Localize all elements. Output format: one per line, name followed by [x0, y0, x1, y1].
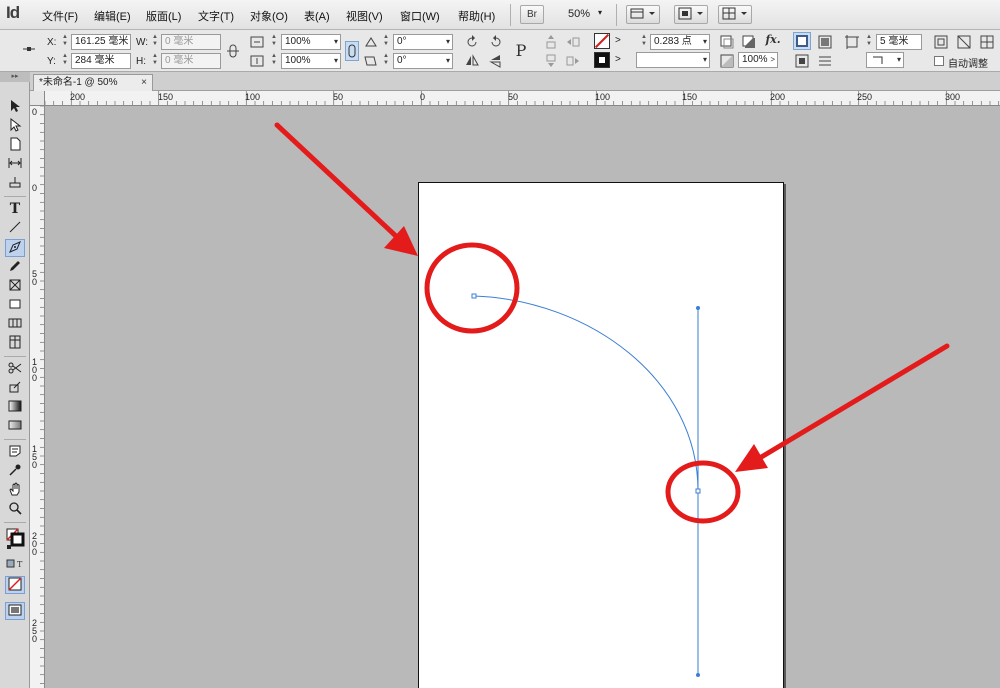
highlight-circle-start: [424, 242, 520, 334]
anchor-point-start[interactable]: [471, 293, 477, 299]
canvas-overlay: [274, 122, 950, 677]
bezier-path[interactable]: [473, 295, 699, 492]
anchor-point-end[interactable]: [695, 488, 701, 494]
arrow-end-shaft: [755, 343, 950, 462]
arrow-start-shaft: [274, 122, 401, 241]
direction-point-bottom[interactable]: [696, 673, 700, 677]
direction-point-top[interactable]: [696, 306, 700, 310]
highlight-circle-end: [665, 460, 741, 524]
